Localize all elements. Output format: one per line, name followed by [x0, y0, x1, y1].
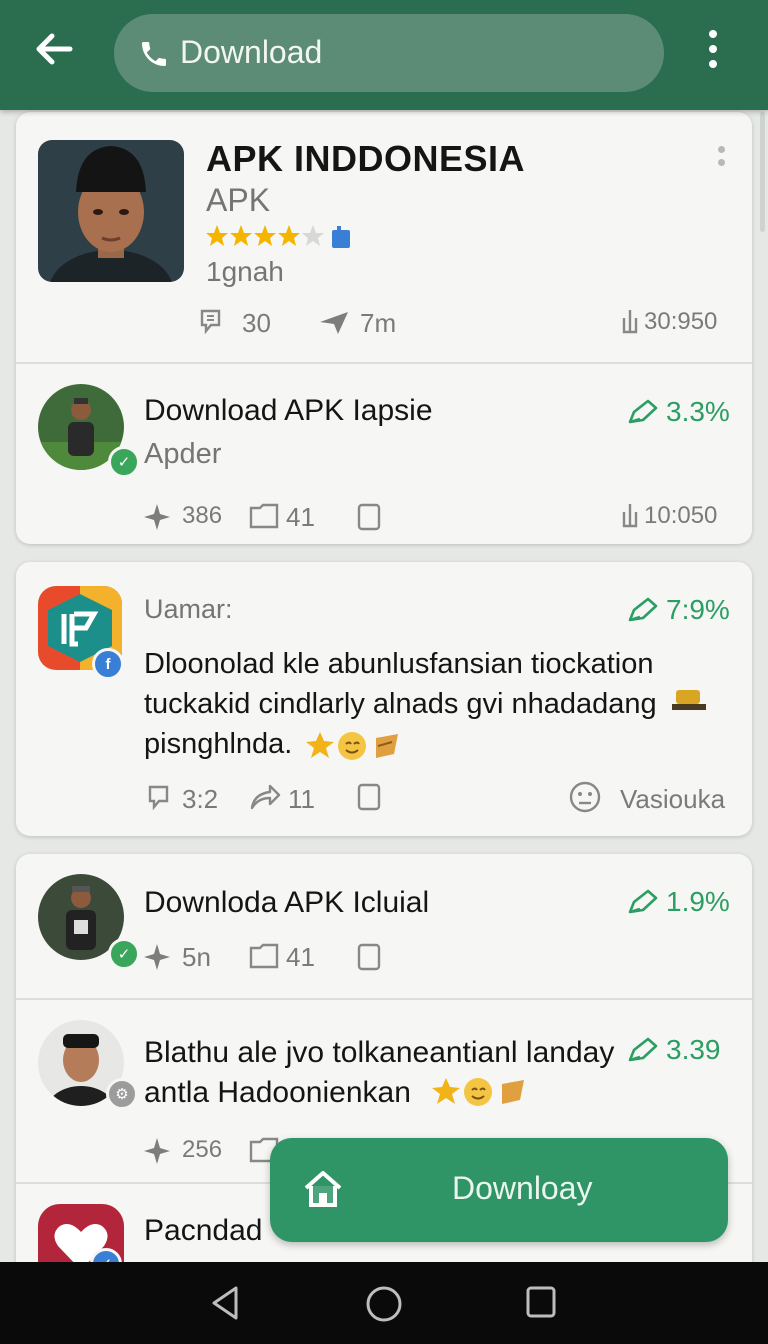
item-percent: 3.3%: [666, 396, 730, 427]
post-line-3: pisnghlnda.: [144, 728, 293, 760]
sparkle-icon: [144, 944, 170, 970]
comment-icon: [148, 785, 169, 811]
comment-icon: [200, 309, 221, 335]
app-size: 1gnah: [206, 256, 284, 287]
emoji-icons: [306, 732, 398, 760]
overflow-menu-icon[interactable]: [700, 30, 726, 70]
app-subtitle: APK: [206, 182, 271, 218]
sparkle-icon: [144, 504, 170, 530]
stat-b: 41: [286, 502, 315, 532]
stat-a: 5n: [182, 942, 211, 972]
nav-recents-icon[interactable]: [524, 1284, 558, 1320]
nav-back-icon[interactable]: [208, 1284, 242, 1322]
item-title: Downloda APK Icluial: [144, 886, 430, 919]
list-item[interactable]: ✓ Downloda APK Icluial 1.9% 5n 41: [16, 854, 752, 998]
back-arrow-icon[interactable]: [30, 26, 82, 72]
item-subtitle: Apder: [144, 438, 222, 470]
cart-emoji-icon: [672, 690, 706, 710]
search-bar[interactable]: Download: [114, 14, 664, 92]
item-line-1: Blathu ale jvo tolkaneantianl landay: [144, 1036, 615, 1069]
post-author: Uamar:: [144, 594, 233, 624]
folder-icon: [249, 943, 279, 969]
sparkle-icon: [144, 1138, 170, 1164]
stat-b: 41: [286, 942, 315, 972]
app-title: APK INDDONESIA: [206, 138, 526, 179]
pencil-tag-icon: [628, 399, 658, 424]
nav-home-icon[interactable]: [364, 1284, 404, 1324]
post-line-1: Dloonolad kle abunlusfansian tiockation: [144, 648, 654, 680]
item-percent: 1.9%: [666, 886, 730, 917]
post-card[interactable]: f Uamar: 7:9% Dloonolad kle abunlusfansi…: [16, 562, 752, 836]
download-button-label: Downloay: [452, 1170, 593, 1206]
verified-badge-icon: ✓: [108, 446, 140, 478]
scrollbar[interactable]: [760, 112, 765, 232]
home-icon: [304, 1171, 342, 1207]
stat-a: 386: [182, 502, 223, 529]
bookmark-icon[interactable]: [356, 502, 382, 532]
post-percent: 7:9%: [666, 594, 730, 625]
version-icon: [622, 504, 638, 528]
settings-gear-icon: ⚙: [106, 1078, 138, 1110]
stat-version: 30:950: [644, 308, 718, 335]
post-stat-b: 11: [288, 784, 315, 814]
app-icon-image[interactable]: [38, 140, 184, 282]
item-title: Download APK Iapsie: [144, 394, 433, 427]
bookmark-icon[interactable]: [356, 782, 382, 812]
stat-time: 7m: [360, 308, 397, 338]
stat-time: 10:050: [644, 502, 718, 529]
verified-badge-icon: f: [92, 648, 124, 680]
app-info-card: APK INDDONESIA APK 1gnah 30 7m 30:950 ✓ …: [16, 112, 752, 544]
version-icon: [622, 310, 638, 334]
post-status: Vasiouka: [620, 784, 726, 814]
emoji-icons: [432, 1078, 524, 1106]
pencil-tag-icon: [628, 889, 658, 914]
phone-icon: [142, 42, 166, 66]
pencil-tag-icon: [628, 1037, 658, 1062]
airplane-icon: [320, 312, 348, 334]
item-title: Pacndad: [144, 1214, 263, 1247]
folder-icon: [249, 503, 279, 529]
card-menu-icon[interactable]: [718, 146, 725, 166]
post-stat-a: 3:2: [182, 784, 219, 814]
stat-comments: 30: [242, 308, 271, 338]
rating-stars: [206, 224, 366, 250]
pencil-tag-icon: [628, 597, 658, 622]
post-line-2: tuckakid cindlarly alnads gvi nhadadang: [144, 688, 657, 720]
neutral-face-icon: [569, 781, 601, 813]
search-text: Download: [180, 34, 323, 70]
item-percent: 3.39: [666, 1034, 721, 1065]
bookmark-icon[interactable]: [356, 942, 382, 972]
app-bar: Download: [0, 0, 768, 110]
list-item[interactable]: ✓ Download APK Iapsie Apder 3.3% 386 41 …: [16, 364, 752, 544]
system-nav-bar: [0, 1262, 768, 1344]
stat-a: 256: [182, 1136, 223, 1163]
share-arrow-icon[interactable]: [248, 782, 282, 812]
verified-badge-icon: ✓: [108, 938, 140, 970]
item-line-2: antla Hadoonienkan: [144, 1076, 411, 1109]
download-button[interactable]: Downloay: [270, 1138, 728, 1242]
